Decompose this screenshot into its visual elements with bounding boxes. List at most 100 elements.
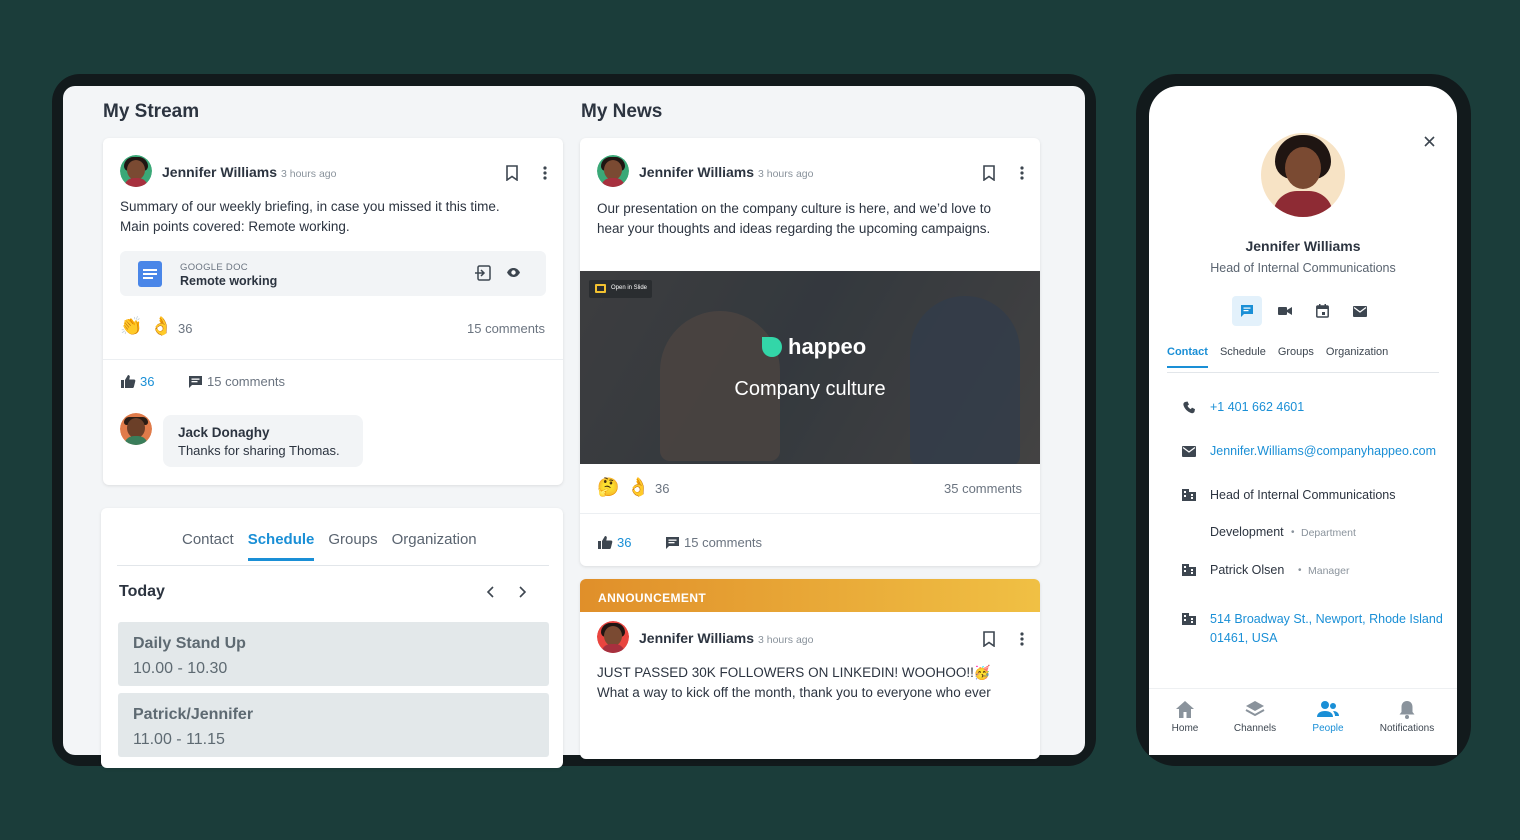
event-title: Patrick/Jennifer xyxy=(133,706,254,723)
more-options-icon[interactable] xyxy=(1020,166,1024,180)
chevron-right-icon[interactable] xyxy=(517,586,527,598)
post-text-line2: Main points covered: Remote working. xyxy=(120,219,350,234)
tab-contact[interactable]: Contact xyxy=(1167,346,1208,368)
phone-profile-tabs: Contact Schedule Groups Organization xyxy=(1167,346,1388,368)
thumbs-up-icon[interactable] xyxy=(120,374,136,389)
more-options-icon[interactable] xyxy=(543,166,547,180)
comment-icon[interactable] xyxy=(188,375,203,389)
manager-label: Manager xyxy=(1308,565,1350,577)
nav-channels[interactable]: Channels xyxy=(1220,700,1290,734)
bookmark-icon[interactable] xyxy=(982,631,996,647)
post-text-line1: Our presentation on the company culture … xyxy=(597,201,991,216)
bookmark-icon[interactable] xyxy=(982,165,996,181)
contact-email[interactable]: Jennifer.Williams@companyhappeo.com xyxy=(1210,444,1436,458)
close-icon[interactable] xyxy=(1424,136,1435,147)
tabs-divider xyxy=(117,565,549,566)
tab-schedule[interactable]: Schedule xyxy=(1220,346,1266,368)
profile-name: Jennifer Williams xyxy=(1245,238,1361,254)
event-slot[interactable]: Patrick/Jennifer 11.00 - 11.15 xyxy=(118,693,549,757)
home-icon xyxy=(1176,701,1194,718)
more-options-icon[interactable] xyxy=(1020,632,1024,646)
building-icon xyxy=(1182,613,1196,625)
stream-title: My Stream xyxy=(103,101,200,122)
author-avatar[interactable] xyxy=(597,621,629,653)
tab-groups[interactable]: Groups xyxy=(328,531,377,561)
comment-icon[interactable] xyxy=(665,536,680,550)
open-in-slide-label: Open in Slide xyxy=(611,285,648,291)
nav-notifications[interactable]: Notifications xyxy=(1372,700,1442,734)
post-author[interactable]: Jennifer Williams xyxy=(639,630,754,646)
like-count[interactable]: 36 xyxy=(140,374,154,389)
tab-groups[interactable]: Groups xyxy=(1278,346,1314,368)
contact-address-line1[interactable]: 514 Broadway St., Newport, Rhode Island xyxy=(1210,612,1443,626)
announcement-card: ANNOUNCEMENT Jennifer Williams 3 hours a… xyxy=(580,579,1040,759)
post-time: 3 hours ago xyxy=(281,168,337,180)
author-avatar[interactable] xyxy=(120,155,152,187)
reaction-count: 36 xyxy=(655,481,670,496)
reply-avatar[interactable] xyxy=(120,413,152,445)
brand-name: happeo xyxy=(788,334,867,359)
like-count[interactable]: 36 xyxy=(617,535,631,550)
doc-name: Remote working xyxy=(180,274,278,288)
chat-button[interactable] xyxy=(1232,296,1262,326)
comments-summary[interactable]: 15 comments xyxy=(467,321,545,336)
news-title: My News xyxy=(581,101,663,122)
ok-emoji[interactable]: 👌 xyxy=(627,477,649,498)
announcement-banner: ANNOUNCEMENT xyxy=(580,579,1040,612)
comments-summary[interactable]: 35 comments xyxy=(944,481,1022,496)
email-icon xyxy=(1182,446,1196,457)
preview-eye-icon[interactable] xyxy=(506,267,521,278)
divider xyxy=(103,359,563,360)
tab-schedule[interactable]: Schedule xyxy=(247,531,315,561)
announcement-line1: JUST PASSED 30K FOLLOWERS ON LINKEDIN! W… xyxy=(597,665,991,680)
open-in-slide-button[interactable]: Open in Slide xyxy=(589,280,652,298)
event-slot[interactable]: Daily Stand Up 10.00 - 10.30 xyxy=(118,622,549,686)
open-in-icon[interactable] xyxy=(474,265,491,281)
comments-action[interactable]: 15 comments xyxy=(207,374,285,389)
nav-home[interactable]: Home xyxy=(1150,700,1220,734)
profile-role: Head of Internal Communications xyxy=(1210,261,1396,275)
announcement-line2: What a way to kick off the month, thank … xyxy=(597,685,991,700)
ok-emoji[interactable]: 👌 xyxy=(150,316,172,337)
post-text-line1: Summary of our weekly briefing, in case … xyxy=(120,199,500,214)
event-time: 11.00 - 11.15 xyxy=(133,731,225,748)
post-time: 3 hours ago xyxy=(758,168,814,180)
nav-people[interactable]: People xyxy=(1293,700,1363,734)
video-call-icon[interactable] xyxy=(1278,306,1292,316)
reaction-count: 36 xyxy=(178,321,193,336)
reply-text: Thanks for sharing Thomas. xyxy=(178,443,340,458)
stream-post-card: Jennifer Williams 3 hours ago Summary of… xyxy=(103,138,563,485)
post-time: 3 hours ago xyxy=(758,634,814,646)
tab-contact[interactable]: Contact xyxy=(182,531,234,561)
building-icon xyxy=(1182,489,1196,501)
thumbs-up-icon[interactable] xyxy=(597,535,613,550)
chevron-left-icon[interactable] xyxy=(486,586,496,598)
post-author[interactable]: Jennifer Williams xyxy=(162,164,277,180)
contact-manager[interactable]: Patrick Olsen xyxy=(1210,563,1284,577)
post-text-line2: hear your thoughts and ideas regarding t… xyxy=(597,221,991,236)
slide-preview[interactable]: Open in Slide happeo Company culture xyxy=(580,271,1040,464)
tab-organization[interactable]: Organization xyxy=(1326,346,1388,368)
post-author[interactable]: Jennifer Williams xyxy=(639,164,754,180)
tab-organization[interactable]: Organization xyxy=(392,531,477,561)
divider xyxy=(580,513,1040,514)
contact-phone[interactable]: +1 401 662 4601 xyxy=(1210,400,1304,414)
layers-icon xyxy=(1245,701,1265,717)
attached-doc[interactable]: GOOGLE DOC Remote working xyxy=(120,251,546,296)
department-label: Department xyxy=(1301,527,1356,539)
author-avatar[interactable] xyxy=(597,155,629,187)
comments-action[interactable]: 15 comments xyxy=(684,535,762,550)
day-label: Today xyxy=(119,583,165,600)
phone-icon xyxy=(1183,401,1195,414)
building-icon xyxy=(1182,564,1196,576)
thinking-emoji[interactable]: 🤔 xyxy=(597,477,619,498)
calendar-icon[interactable] xyxy=(1316,304,1329,318)
event-time: 10.00 - 10.30 xyxy=(133,660,228,677)
mail-icon[interactable] xyxy=(1353,306,1367,317)
bookmark-icon[interactable] xyxy=(505,165,519,181)
department-separator: • xyxy=(1291,527,1295,538)
people-icon xyxy=(1317,701,1339,717)
contact-address-line2[interactable]: 01461, USA xyxy=(1210,631,1277,645)
clap-emoji[interactable]: 👏 xyxy=(120,316,142,337)
reply-author[interactable]: Jack Donaghy xyxy=(178,425,270,440)
